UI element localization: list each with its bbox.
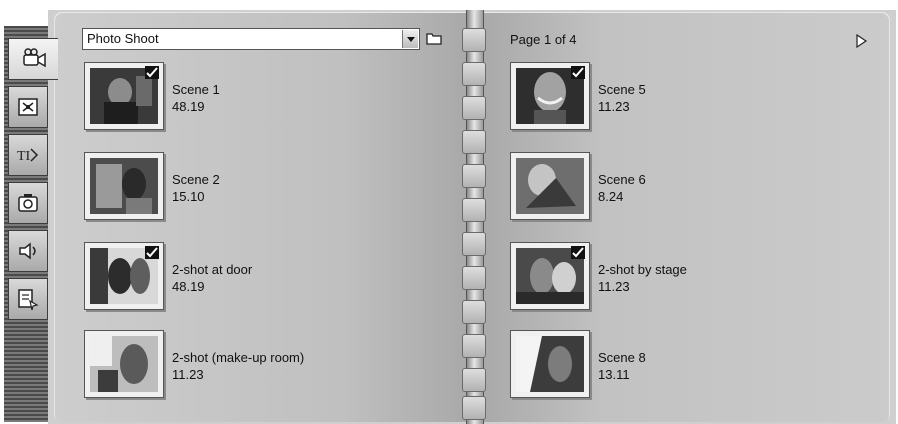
spine-ring xyxy=(462,130,486,154)
collection-dropdown[interactable]: Photo Shoot xyxy=(82,28,420,50)
scene-duration: 48.19 xyxy=(172,279,205,294)
spine-ring xyxy=(462,368,486,392)
spine-ring xyxy=(462,266,486,290)
scene-item[interactable]: 2-shot (make-up room) 11.23 xyxy=(84,330,444,410)
scene-thumbnail[interactable] xyxy=(510,152,590,220)
spine-ring xyxy=(462,164,486,188)
transitions-icon xyxy=(18,98,38,116)
spine-ring xyxy=(462,300,486,324)
tab-menus[interactable] xyxy=(8,278,48,320)
scene-name: Scene 6 xyxy=(598,172,646,187)
checkmark-icon xyxy=(571,66,585,79)
spine-ring xyxy=(462,396,486,420)
scene-duration: 15.10 xyxy=(172,189,205,204)
collection-dropdown-value: Photo Shoot xyxy=(87,31,159,46)
spine-ring xyxy=(462,334,486,358)
scene-thumbnail[interactable] xyxy=(84,242,164,310)
scene-thumbnail[interactable] xyxy=(510,242,590,310)
scene-item[interactable]: 2-shot at door 48.19 xyxy=(84,242,444,322)
folder-icon[interactable] xyxy=(426,31,442,45)
checkmark-icon xyxy=(145,66,159,79)
scene-thumbnail[interactable] xyxy=(84,330,164,398)
scene-duration: 8.24 xyxy=(598,189,624,204)
scene-item[interactable]: Scene 5 11.23 xyxy=(510,62,870,142)
scene-name: Scene 5 xyxy=(598,82,646,97)
album-window: TI Photo Shoot Page 1 of 4 Scene 1 48.19… xyxy=(0,0,898,424)
scene-item[interactable]: Scene 6 8.24 xyxy=(510,152,870,232)
scene-name: 2-shot at door xyxy=(172,262,253,277)
speaker-icon xyxy=(19,242,36,260)
scene-name: Scene 1 xyxy=(172,82,220,97)
spine-ring xyxy=(462,28,486,52)
video-camera-icon xyxy=(22,48,46,68)
tab-effects[interactable]: TI xyxy=(8,134,48,176)
scene-thumbnail[interactable] xyxy=(84,152,164,220)
tab-transitions[interactable] xyxy=(8,86,48,128)
checkmark-icon xyxy=(571,246,585,259)
scene-name: Scene 2 xyxy=(172,172,220,187)
spine-ring xyxy=(462,62,486,86)
tab-video-scenes[interactable] xyxy=(8,38,58,80)
tab-sound-effects[interactable] xyxy=(8,230,48,272)
scene-duration: 11.23 xyxy=(598,279,630,294)
scene-album: Photo Shoot Page 1 of 4 Scene 1 48.19 Sc… xyxy=(48,10,896,424)
next-page-arrow-icon[interactable] xyxy=(854,34,868,48)
spine-ring xyxy=(462,232,486,256)
scene-name: 2-shot by stage xyxy=(598,262,687,277)
scene-thumbnail[interactable] xyxy=(510,330,590,398)
effects-icon: TI xyxy=(17,148,39,164)
scene-item[interactable]: Scene 8 13.11 xyxy=(510,330,870,410)
scene-duration: 48.19 xyxy=(172,99,205,114)
scene-item[interactable]: 2-shot by stage 11.23 xyxy=(510,242,870,322)
scene-duration: 11.23 xyxy=(598,99,630,114)
scene-duration: 13.11 xyxy=(598,367,630,382)
checkmark-icon xyxy=(145,246,159,259)
scene-item[interactable]: Scene 2 15.10 xyxy=(84,152,444,232)
spine-ring xyxy=(462,198,486,222)
page-indicator: Page 1 of 4 xyxy=(510,32,577,47)
album-tab-strip: TI xyxy=(4,26,58,422)
scene-thumbnail[interactable] xyxy=(84,62,164,130)
scene-name: 2-shot (make-up room) xyxy=(172,350,305,365)
tab-photos[interactable] xyxy=(8,182,48,224)
scene-duration: 11.23 xyxy=(172,367,204,382)
scene-thumbnail[interactable] xyxy=(510,62,590,130)
menu-icon xyxy=(18,289,39,311)
scene-item[interactable]: Scene 1 48.19 xyxy=(84,62,444,142)
svg-text:TI: TI xyxy=(17,149,31,164)
scene-name: Scene 8 xyxy=(598,350,646,365)
camera-icon xyxy=(18,194,38,212)
dropdown-arrow-icon[interactable] xyxy=(402,30,418,48)
spine-ring xyxy=(462,96,486,120)
